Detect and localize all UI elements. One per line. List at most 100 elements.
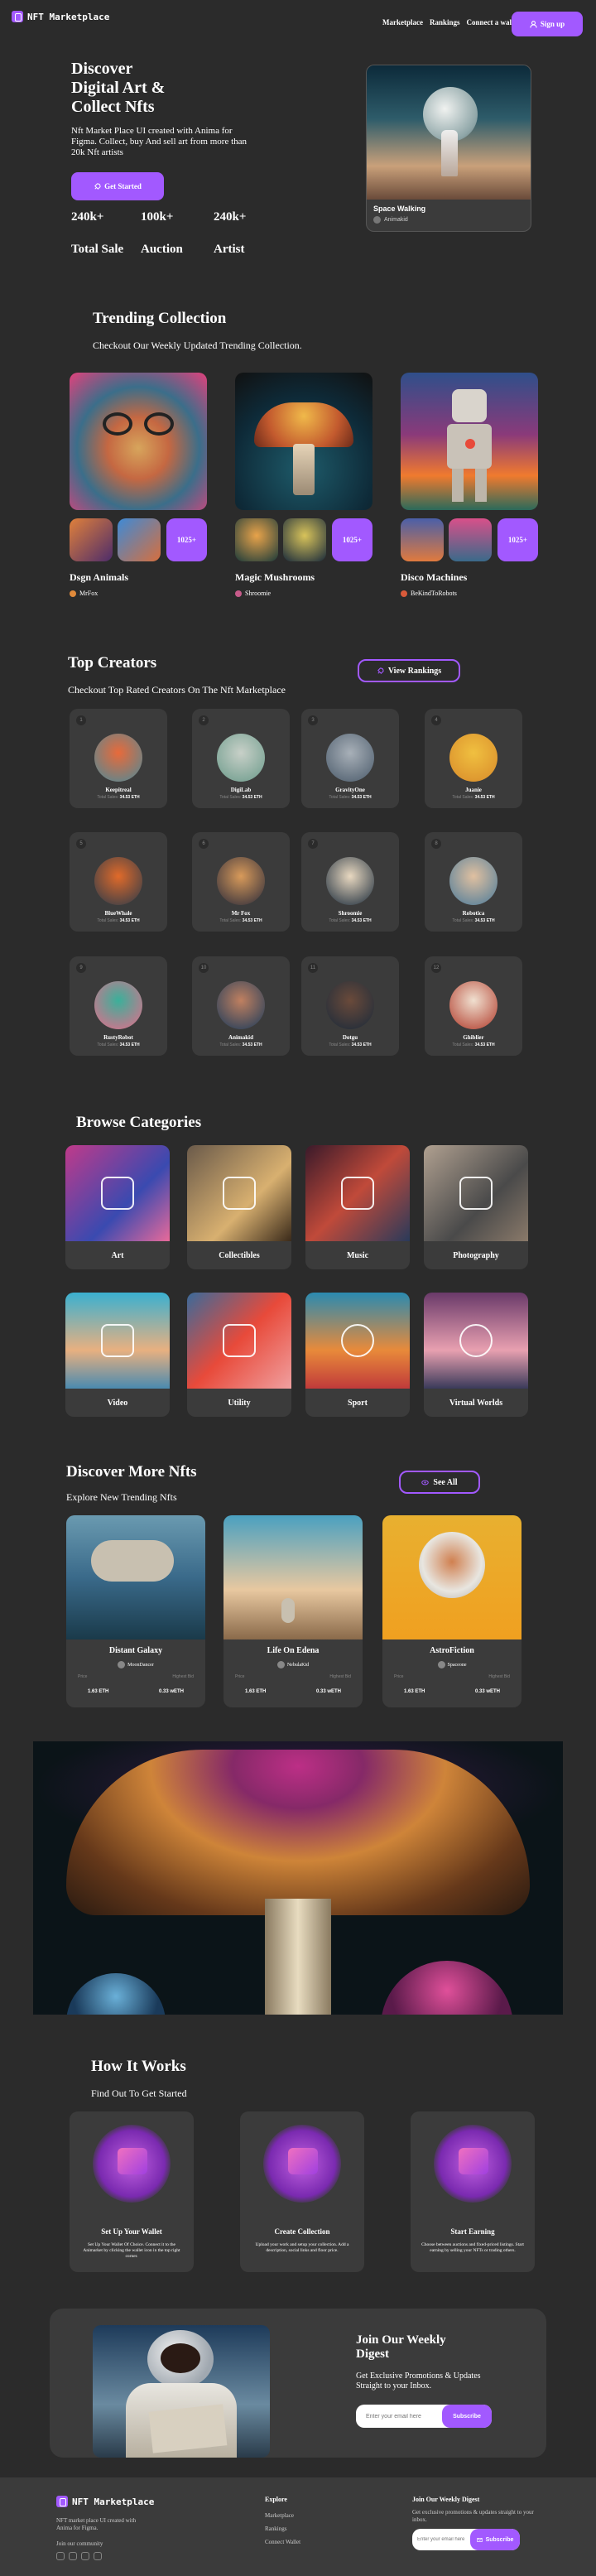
collection-more-button[interactable]: 1025+ [166,518,207,561]
collection-artist[interactable]: Shroomie [245,590,271,597]
creator-name: BlueWhale [104,910,132,917]
nav-link-marketplace[interactable]: Marketplace [382,18,423,26]
footer-link-rankings[interactable]: Rankings [265,2522,300,2535]
creator-name: Mr Fox [231,910,251,917]
collection-thumb [401,518,444,561]
social-icons [56,2552,102,2560]
footer-digest-title: Join Our Weekly Digest [412,2496,480,2503]
category-image [305,1293,410,1389]
digest-description: Get Exclusive Promotions & Updates Strai… [356,2371,481,2391]
collection-main-image [70,373,207,510]
collection-more-button[interactable]: 1025+ [497,518,538,561]
creator-card[interactable]: 2 DigiLab Total Sales: 34.53 ETH [192,709,290,808]
sales-label: Total Sales: [97,918,119,923]
instagram-icon[interactable] [94,2552,102,2560]
creator-name: Shroomie [338,910,363,917]
nft-card[interactable]: Life On Edena NebulaKid Price Highest Bid 1.… [223,1515,363,1707]
collection-more-button[interactable]: 1025+ [332,518,372,561]
creator-name: Juanie [465,787,482,793]
creator-card[interactable]: 3 GravityOne Total Sales: 34.53 ETH [301,709,399,808]
view-rankings-button[interactable]: View Rankings [358,659,460,682]
wallet-icon [118,2148,147,2174]
see-all-button[interactable]: See All [399,1471,480,1494]
youtube-icon[interactable] [69,2552,77,2560]
price-label: Price [78,1674,88,1679]
nft-card[interactable]: Distant Galaxy MoonDancer Price Highest Bid… [66,1515,205,1707]
category-card[interactable]: Virtual Worlds [424,1293,528,1417]
step-description: Choose between auctions and fixed-priced… [421,2242,524,2253]
twitter-icon[interactable] [81,2552,89,2560]
creator-name: Robotica [462,910,485,917]
hero-featured-card[interactable]: Space Walking Animakid [366,65,531,232]
creator-name: RustyRobot [103,1034,133,1041]
creator-card[interactable]: 12 Ghiblier Total Sales: 34.53 ETH [425,956,522,1056]
sales-label: Total Sales: [219,795,242,800]
discover-subtitle: Explore New Trending Nfts [66,1491,177,1503]
nft-artist[interactable]: MoonDancer [66,1661,205,1668]
collection-artist[interactable]: BeKindToRobots [411,590,457,597]
creator-name: Animakid [228,1034,253,1041]
artist-name: Spaceone [447,1662,467,1668]
price-label: Price [394,1674,404,1679]
sales-value: 34.53 ETH [351,1042,372,1047]
artist-name: NebulaKid [286,1662,310,1668]
step-title: Create Collection [274,2227,330,2236]
discord-icon[interactable] [56,2552,65,2560]
digest-email-field[interactable]: Subscribe [356,2405,492,2428]
digest-email-input[interactable] [356,2405,427,2428]
eye-icon [421,1480,430,1485]
category-card[interactable]: Video [65,1293,170,1417]
footer-subscribe-button[interactable]: Subscribe [470,2529,520,2550]
nft-price: 1.63 ETH [245,1689,267,1694]
category-card[interactable]: Art [65,1145,170,1269]
footer-link-connect-wallet[interactable]: Connect Wallet [265,2535,300,2549]
signup-button[interactable]: Sign up [512,12,583,36]
nft-card[interactable]: AstroFiction Spaceone Price Highest Bid 1.63… [382,1515,522,1707]
creator-card[interactable]: 4 Juanie Total Sales: 34.53 ETH [425,709,522,808]
creator-avatar [449,981,497,1029]
category-card[interactable]: Music [305,1145,410,1269]
cart-icon [459,2148,488,2174]
category-card[interactable]: Collectibles [187,1145,291,1269]
creator-card[interactable]: 11 Dotgu Total Sales: 34.53 ETH [301,956,399,1056]
creator-avatar [326,981,374,1029]
creator-name: DigiLab [230,787,252,793]
trending-subtitle: Checkout Our Weekly Updated Trending Col… [93,339,302,351]
hero-title: Discover Digital Art & Collect Nfts [71,60,165,117]
footer-link-marketplace[interactable]: Marketplace [265,2509,300,2522]
footer-logo[interactable]: NFT Marketplace [56,2496,154,2507]
category-card[interactable]: Photography [424,1145,528,1269]
creator-card[interactable]: 7 Shroomie Total Sales: 34.53 ETH [301,832,399,932]
stat-label: Artist [214,243,245,256]
footer-email-field[interactable]: Subscribe [412,2529,520,2550]
ball-icon [341,1324,374,1357]
creator-card[interactable]: 9 RustyRobot Total Sales: 34.53 ETH [70,956,167,1056]
collection-main-image [235,373,372,510]
collection-artist[interactable]: MrFox [79,590,98,597]
top-nav: NFT Marketplace Marketplace Rankings Con… [0,0,596,36]
creators-title: Top Creators [68,654,157,672]
stat-value: 240k+ [214,210,247,224]
category-label: Photography [453,1251,499,1260]
creator-card[interactable]: 5 BlueWhale Total Sales: 34.53 ETH [70,832,167,932]
category-card[interactable]: Sport [305,1293,410,1417]
footer-email-input[interactable] [412,2529,470,2550]
featured-artist[interactable]: Animakid [384,217,408,223]
creator-card[interactable]: 6 Mr Fox Total Sales: 34.53 ETH [192,832,290,932]
nft-artist[interactable]: NebulaKid [223,1661,363,1668]
category-image [187,1145,291,1241]
brand-logo[interactable]: NFT Marketplace [12,11,109,22]
creator-card[interactable]: 1 Keepitreal Total Sales: 34.53 ETH [70,709,167,808]
nft-artist[interactable]: Spaceone [382,1661,522,1668]
featured-title: Space Walking [373,205,426,213]
creator-rank: 2 [199,715,209,725]
artist-avatar [118,1661,126,1668]
space-walking-image [367,65,531,200]
creator-card[interactable]: 8 Robotica Total Sales: 34.53 ETH [425,832,522,932]
digest-subscribe-button[interactable]: Subscribe [442,2405,492,2428]
nav-link-rankings[interactable]: Rankings [430,18,460,26]
creator-card[interactable]: 10 Animakid Total Sales: 34.53 ETH [192,956,290,1056]
get-started-button[interactable]: Get Started [71,172,164,200]
sales-value: 34.53 ETH [474,918,495,923]
category-card[interactable]: Utility [187,1293,291,1417]
